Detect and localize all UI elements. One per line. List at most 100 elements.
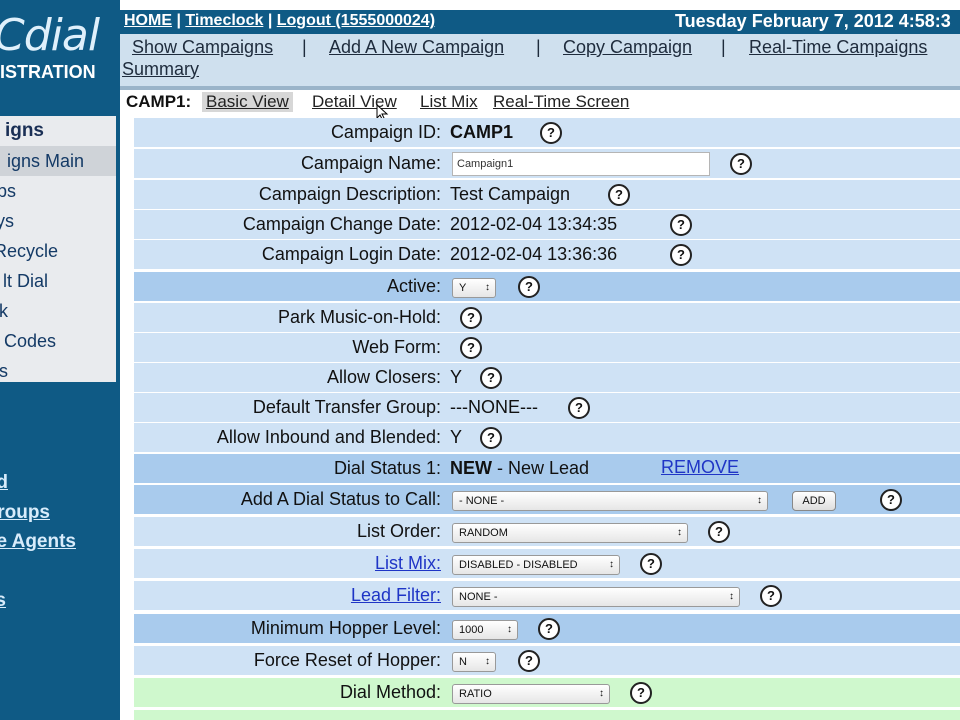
add-campaign-link[interactable]: Add A New Campaign <box>329 37 504 58</box>
list-order-select[interactable]: RANDOM ↕ <box>452 523 688 543</box>
tab-real-time-screen[interactable]: Real-Time Screen <box>493 92 629 112</box>
copy-campaign-link[interactable]: Copy Campaign <box>563 37 692 58</box>
sidebar-item-auto-alt-dial[interactable]: lt Dial <box>0 266 116 296</box>
help-icon[interactable]: ? <box>880 489 902 511</box>
rail-link-4[interactable]: s <box>0 590 6 612</box>
sidebar-item-statuses[interactable]: ps <box>0 176 116 206</box>
park-music-label: Park Music-on-Hold: <box>277 307 441 327</box>
sidebar-item-hotkeys[interactable]: ys <box>0 206 116 236</box>
row-dial-status: Dial Status 1: NEW - New Lead REMOVE <box>134 454 960 483</box>
help-icon[interactable]: ? <box>670 214 692 236</box>
row-min-hopper: Minimum Hopper Level: 1000 ↕ ? <box>134 614 960 643</box>
row-allow-closers: Allow Closers: Y ? <box>134 363 960 392</box>
timeclock-link[interactable]: Timeclock <box>185 12 263 29</box>
sidebar-item-pause-codes[interactable]: Codes <box>0 326 116 356</box>
help-icon[interactable]: ? <box>670 244 692 266</box>
home-link[interactable]: HOME <box>124 12 172 29</box>
help-icon[interactable]: ? <box>460 337 482 359</box>
row-force-reset: Force Reset of Hopper: N ↕ ? <box>134 646 960 675</box>
logo: Cdial ISTRATION <box>0 0 120 86</box>
campaign-subnav: Show Campaigns | Add A New Campaign | Co… <box>120 34 960 86</box>
active-select[interactable]: Y ↕ <box>452 278 496 298</box>
row-transfer-group: Default Transfer Group: ---NONE--- ? <box>134 393 960 422</box>
add-dial-status-select[interactable]: - NONE - ↕ <box>452 491 768 511</box>
allow-closers-value: Y <box>450 367 463 387</box>
sidebar-heading[interactable]: igns <box>0 116 116 146</box>
help-icon[interactable]: ? <box>568 397 590 419</box>
tab-basic-view[interactable]: Basic View <box>202 92 293 112</box>
force-reset-select[interactable]: N ↕ <box>452 652 496 672</box>
min-hopper-label: Minimum Hopper Level: <box>250 618 441 638</box>
add-button[interactable]: ADD <box>792 491 836 511</box>
help-icon[interactable]: ? <box>518 650 540 672</box>
add-dial-status-label: Add A Dial Status to Call: <box>240 489 441 509</box>
help-icon[interactable]: ? <box>640 553 662 575</box>
top-bar: HOME | Timeclock | Logout (1555000024) T… <box>120 10 960 34</box>
row-list-order: List Order: RANDOM ↕ ? <box>134 517 960 546</box>
top-links: HOME | Timeclock | Logout (1555000024) <box>124 12 435 30</box>
lead-filter-label: Lead Filter: <box>134 581 441 610</box>
logout-link[interactable]: Logout (1555000024) <box>277 12 435 29</box>
sidebar-item-list-mix[interactable]: k <box>0 296 116 326</box>
tab-list-mix[interactable]: List Mix <box>420 92 478 112</box>
campaign-description-label: Campaign Description: <box>258 184 441 204</box>
sidebar-menu: igns igns Main ps ys Recycle lt Dial k C… <box>0 116 116 382</box>
transfer-group-label: Default Transfer Group: <box>252 397 441 417</box>
list-mix-link[interactable]: List Mix: <box>375 553 441 573</box>
summary-link[interactable]: Summary <box>122 59 199 80</box>
row-campaign-id: Campaign ID: CAMP1 ? <box>134 118 960 147</box>
list-order-label: List Order: <box>356 521 441 541</box>
remove-dial-status-link[interactable]: REMOVE <box>661 457 739 478</box>
active-label: Active: <box>386 276 441 296</box>
row-campaign-name: Campaign Name: Campaign1 ? <box>134 149 960 178</box>
row-change-date: Campaign Change Date: 2012-02-04 13:34:3… <box>134 210 960 239</box>
rail-link-1[interactable]: d <box>0 472 8 494</box>
help-icon[interactable]: ? <box>608 184 630 206</box>
help-icon[interactable]: ? <box>708 521 730 543</box>
separator: | <box>176 12 181 29</box>
campaign-description-value: Test Campaign <box>450 184 571 204</box>
inbound-blended-value: Y <box>450 427 463 447</box>
help-icon[interactable]: ? <box>760 585 782 607</box>
row-active: Active: Y ↕ ? <box>134 272 960 301</box>
left-rail: Cdial ISTRATION igns igns Main ps ys Rec… <box>0 0 120 720</box>
sidebar-item-presets[interactable]: s <box>0 356 116 382</box>
logo-text: Cdial <box>0 10 100 61</box>
help-icon[interactable]: ? <box>480 367 502 389</box>
rail-link-agents[interactable]: e Agents <box>0 531 76 553</box>
help-icon[interactable]: ? <box>460 307 482 329</box>
separator: | <box>267 12 273 29</box>
help-icon[interactable]: ? <box>480 427 502 449</box>
separator: | <box>721 37 726 57</box>
dial-method-select[interactable]: RATIO ↕ <box>452 684 610 704</box>
sidebar-item-lead-recycle[interactable]: Recycle <box>0 236 116 266</box>
rail-link-groups[interactable]: roups <box>0 502 50 524</box>
lead-filter-link[interactable]: Lead Filter: <box>351 585 441 605</box>
inbound-blended-label: Allow Inbound and Blended: <box>216 427 441 447</box>
dial-status-label: Dial Status 1: <box>333 458 441 478</box>
help-icon[interactable]: ? <box>630 682 652 704</box>
row-partial <box>134 710 960 720</box>
dial-status-value: NEW - New Lead <box>450 458 590 478</box>
change-date-value: 2012-02-04 13:34:35 <box>450 214 618 234</box>
campaign-id-value: CAMP1 <box>450 122 514 142</box>
show-campaigns-link[interactable]: Show Campaigns <box>132 37 273 58</box>
help-icon[interactable]: ? <box>540 122 562 144</box>
web-form-label: Web Form: <box>352 337 441 357</box>
help-icon[interactable]: ? <box>730 153 752 175</box>
min-hopper-select[interactable]: 1000 ↕ <box>452 620 518 640</box>
help-icon[interactable]: ? <box>518 276 540 298</box>
login-date-value: 2012-02-04 13:36:36 <box>450 244 618 264</box>
list-mix-select[interactable]: DISABLED - DISABLED ↕ <box>452 555 620 575</box>
campaign-name-input[interactable]: Campaign1 <box>452 152 710 176</box>
view-tabs: CAMP1: Basic View Detail View List Mix R… <box>120 90 960 116</box>
real-time-campaigns-link[interactable]: Real-Time Campaigns <box>749 37 927 58</box>
sidebar-item-campaigns-main[interactable]: igns Main <box>0 146 116 176</box>
row-dial-method: Dial Method: RATIO ↕ ? <box>134 678 960 707</box>
row-campaign-description: Campaign Description: Test Campaign ? <box>134 180 960 209</box>
help-icon[interactable]: ? <box>538 618 560 640</box>
dial-method-label: Dial Method: <box>339 682 441 702</box>
separator: | <box>302 37 307 57</box>
lead-filter-select[interactable]: NONE - ↕ <box>452 587 740 607</box>
row-lead-filter: Lead Filter: NONE - ↕ ? <box>134 581 960 610</box>
